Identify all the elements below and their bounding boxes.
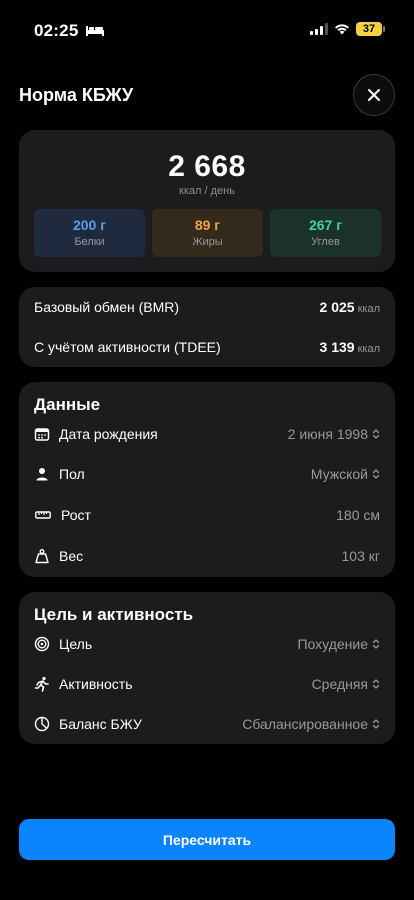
sex-label: Пол [59,466,85,482]
status-bar: 02:25 37 [0,0,414,60]
close-icon [368,89,380,101]
ruler-icon [35,511,51,519]
weight-icon [35,549,49,564]
target-icon [34,636,50,652]
chevron-updown-icon [372,679,380,689]
daily-calories-value: 2 668 [168,150,246,183]
bmr-label: Базовый обмен (BMR) [34,299,180,315]
person-icon [36,468,48,481]
data-section-title: Данные [34,395,101,414]
activity-value: Средняя [311,676,368,692]
activity-label: Активность [59,676,133,692]
macro-protein-label: Белки [74,236,105,248]
goal-row[interactable]: Цель Похудение [34,633,380,655]
macro-balance-row[interactable]: Баланс БЖУ Сбалансированное [34,713,380,735]
daily-calories-unit: ккал / день [179,185,235,197]
macro-balance-value: Сбалансированное [242,716,368,732]
macro-protein: 200 г Белки [34,209,145,257]
chevron-updown-icon [372,469,380,479]
macro-fat-label: Жиры [192,236,223,248]
chevron-updown-icon [372,429,380,439]
macro-carbs-value: 267 г [308,217,343,233]
recalculate-button[interactable]: Пересчитать [19,819,395,860]
calendar-icon [34,428,50,441]
energy-expenditure-card: Базовый обмен (BMR) 2 025 ккал С учётом а… [19,287,395,367]
chevron-updown-icon [372,639,380,649]
status-time: 02:25 [34,21,79,40]
macro-balance-label: Баланс БЖУ [59,716,142,732]
goal-label: Цель [59,636,93,652]
cellular-signal-icon [310,23,328,35]
sleep-focus-icon [86,26,104,36]
macro-protein-value: 200 г [72,217,107,233]
birthdate-value: 2 июня 1998 [287,426,368,442]
running-icon [34,676,49,692]
bmr-value: 2 025 ккал [319,299,380,315]
wifi-icon [335,24,349,35]
goal-section-title: Цель и активность [34,605,194,624]
pie-chart-icon [34,716,50,732]
macro-carbs-label: Углев [311,236,340,248]
battery-indicator: 37 [356,22,385,36]
birthdate-row[interactable]: Дата рождения 2 июня 1998 [34,423,380,445]
tdee-label: С учётом активности (TDEE) [34,339,221,355]
bmr-row: Базовый обмен (BMR) 2 025 ккал [34,297,380,317]
chevron-updown-icon [372,719,380,729]
tdee-row: С учётом активности (TDEE) 3 139 ккал [34,337,380,357]
calorie-summary-card: 2 668 ккал / день 200 г Белки 89 г Жиры … [19,130,395,272]
tdee-value: 3 139 ккал [319,339,380,355]
activity-row[interactable]: Активность Средняя [34,673,380,695]
birthdate-label: Дата рождения [59,426,158,442]
macro-carbs: 267 г Углев [270,209,381,257]
height-value: 180 см [336,507,380,523]
page-title: Норма КБЖУ [19,85,134,105]
sex-row[interactable]: Пол Мужской [34,463,380,485]
height-row[interactable]: Рост 180 см [34,504,380,526]
goal-activity-card: Цель и активность Цель Похудение Активно… [19,592,395,744]
height-label: Рост [61,507,91,523]
personal-data-card: Данные Дата рождения 2 июня 1998 Пол Муж… [19,382,395,577]
weight-row[interactable]: Вес 103 кг [34,545,380,567]
macro-fat: 89 г Жиры [152,209,263,257]
weight-value: 103 кг [341,548,380,564]
macro-fat-value: 89 г [194,217,221,233]
sex-value: Мужской [310,466,368,482]
weight-label: Вес [59,548,84,564]
goal-value: Похудение [297,636,368,652]
close-button[interactable] [353,74,395,116]
